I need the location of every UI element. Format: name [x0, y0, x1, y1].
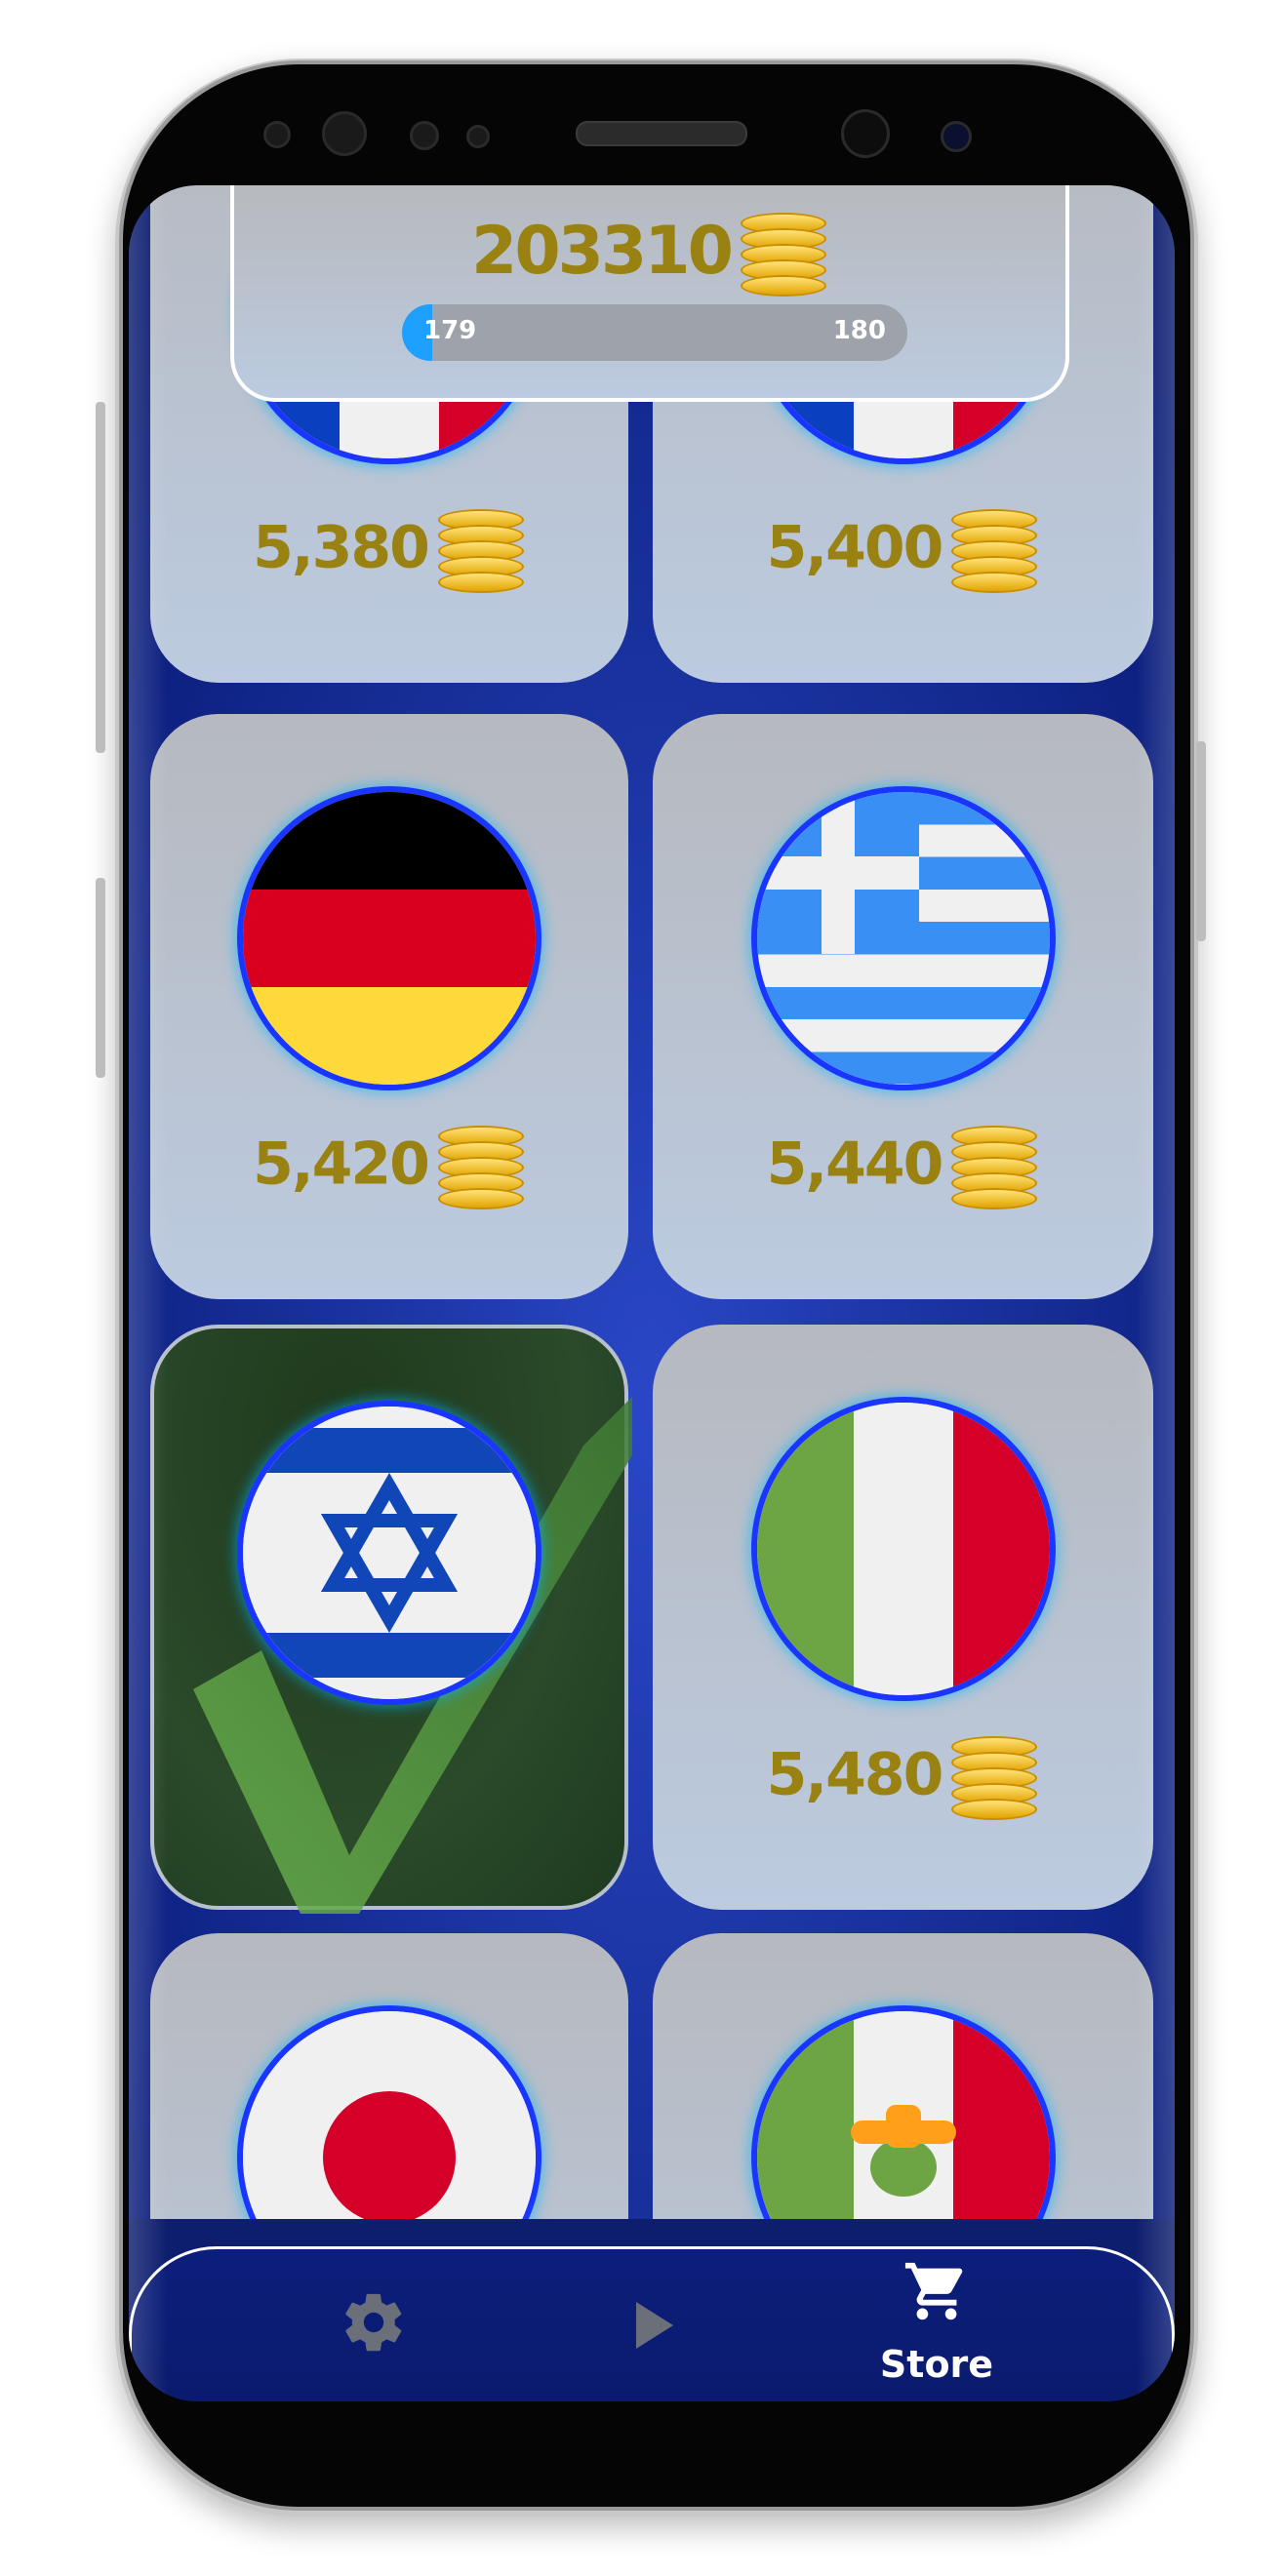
flag-israel-icon — [243, 1407, 536, 1699]
nav-store[interactable]: Store — [839, 2249, 1034, 2396]
earpiece-speaker — [576, 121, 747, 146]
iris-sensor — [322, 111, 367, 156]
flag-grid: 5,380 5,400 5,420 5,440 5,480 — [129, 185, 1175, 2219]
cart-icon — [904, 2262, 963, 2320]
flag-mexico-icon — [756, 2011, 1050, 2219]
level-current: 179 — [423, 316, 477, 345]
flag-card-germany[interactable]: 5,420 — [150, 714, 628, 1299]
proximity-sensor — [410, 121, 439, 150]
volume-button — [96, 402, 105, 753]
coin-stack-icon — [437, 509, 526, 593]
coin-stack-icon — [740, 213, 828, 297]
level-progress-bar: 179 180 — [402, 304, 907, 361]
sensor-dot — [263, 121, 291, 148]
bottom-nav-background: Store — [129, 2219, 1175, 2401]
coin-stack-icon — [951, 1126, 1039, 1209]
coin-stack-icon — [437, 1126, 526, 1209]
coin-total: 203310 — [234, 213, 1065, 297]
coin-stack-icon — [951, 1736, 1039, 1820]
flag-card-mexico[interactable] — [653, 1933, 1153, 2219]
flag-card-greece[interactable]: 5,440 — [653, 714, 1153, 1299]
price-label: 5,420 — [150, 1126, 628, 1209]
gear-icon — [345, 2293, 402, 2352]
screen-edge-right — [1136, 185, 1175, 2401]
bixby-button — [96, 878, 105, 1078]
app-screen: 5,380 5,400 5,420 5,440 5,480 203310 179… — [129, 185, 1175, 2401]
light-sensor — [466, 125, 490, 148]
power-button — [1196, 741, 1206, 941]
nav-play[interactable] — [557, 2249, 752, 2396]
nav-store-label: Store — [879, 2343, 994, 2386]
coin-stack-icon — [951, 509, 1039, 593]
flag-germany-icon — [243, 792, 536, 1085]
price-label: 5,400 — [653, 509, 1153, 593]
coin-header: 203310 179 180 — [230, 185, 1069, 402]
nav-settings[interactable] — [276, 2249, 471, 2396]
flag-card-italy[interactable]: 5,480 — [653, 1325, 1153, 1910]
play-icon — [636, 2302, 673, 2349]
flag-italy-icon — [756, 1403, 1050, 1695]
level-next: 180 — [832, 316, 886, 345]
flag-greece-icon — [756, 792, 1050, 1085]
price-label: 5,380 — [150, 509, 628, 593]
front-camera — [841, 109, 890, 158]
price-label: 5,440 — [653, 1126, 1153, 1209]
flag-card-israel-owned[interactable] — [150, 1325, 632, 1914]
flag-japan-icon — [243, 2011, 536, 2219]
flag-card-japan[interactable] — [150, 1933, 628, 2219]
screen-edge-left — [129, 185, 168, 2401]
iris-camera — [941, 121, 972, 152]
bottom-nav: Store — [129, 2246, 1175, 2401]
price-label: 5,480 — [653, 1736, 1153, 1820]
